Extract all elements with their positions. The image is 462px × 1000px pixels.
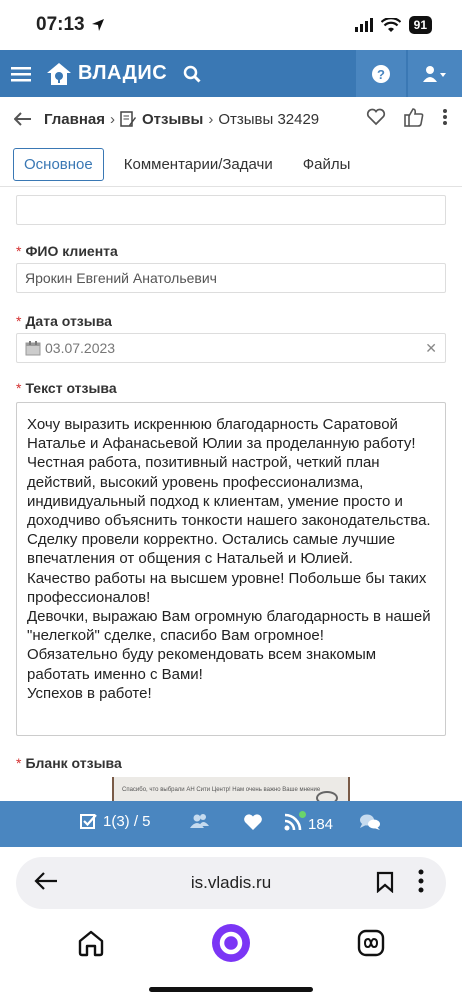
breadcrumb-separator: › <box>208 110 214 128</box>
brand-logo[interactable]: ВЛАДИС <box>46 62 167 86</box>
menu-button[interactable] <box>0 50 42 97</box>
client-label-text: ФИО клиента <box>25 243 118 259</box>
browser-nav-row <box>0 921 462 965</box>
browser-more-icon[interactable] <box>418 869 424 893</box>
house-logo-icon <box>47 62 71 85</box>
user-menu-button[interactable] <box>408 50 462 97</box>
tabs-switcher-icon[interactable] <box>357 929 385 957</box>
participants-button[interactable] <box>190 813 210 829</box>
date-value: 03.07.2023 <box>45 340 116 356</box>
cellular-signal-icon <box>354 18 373 32</box>
alice-assistant-icon[interactable] <box>211 923 251 963</box>
help-icon: ? <box>372 64 390 83</box>
search-icon <box>183 65 201 83</box>
rss-count: 184 <box>308 815 334 833</box>
empty-field[interactable] <box>16 195 446 225</box>
subscriptions-button[interactable]: 184 <box>284 811 334 835</box>
bottom-toolbar: 1(3) / 5 184 <box>0 801 462 847</box>
breadcrumb-current: Отзывы 32429 <box>218 110 320 128</box>
app-header: ВЛАДИС ? <box>0 50 462 97</box>
required-asterisk: * <box>16 755 22 771</box>
breadcrumb-home[interactable]: Главная <box>44 111 105 128</box>
favorite-heart-icon[interactable] <box>366 108 386 126</box>
time-text: 07:13 <box>36 14 85 35</box>
wifi-icon <box>380 17 401 32</box>
review-form-image-text: Спасибо, что выбрали АН Сити Центр! Нам … <box>122 787 321 793</box>
calendar-icon[interactable] <box>25 340 41 356</box>
bookmark-icon[interactable] <box>376 871 394 893</box>
favorite-button[interactable] <box>243 813 263 831</box>
date-label-text: Дата отзыва <box>25 313 112 329</box>
clear-date-icon[interactable]: ✕ <box>425 340 437 357</box>
tab-comments-tasks[interactable]: Комментарии/Задачи <box>114 149 283 180</box>
status-bar: 07:13 91 <box>0 0 462 50</box>
date-field[interactable]: 03.07.2023 ✕ <box>16 333 446 363</box>
rss-icon-wrap <box>284 811 306 835</box>
tab-bar: Основное Комментарии/Задачи Файлы <box>0 143 462 187</box>
review-text-area[interactable]: Хочу выразить искреннюю благодарность Са… <box>16 402 446 736</box>
required-asterisk: * <box>16 380 22 396</box>
date-label: * Дата отзыва <box>16 313 112 329</box>
help-button[interactable]: ? <box>356 50 406 97</box>
status-time: 07:13 <box>36 14 105 36</box>
required-asterisk: * <box>16 243 22 259</box>
home-indicator <box>149 987 313 992</box>
back-arrow-icon[interactable] <box>14 112 32 126</box>
tab-main[interactable]: Основное <box>13 148 104 181</box>
more-vertical-icon[interactable] <box>442 108 448 126</box>
breadcrumb: Главная › Отзывы › Отзывы 32429 <box>0 97 462 141</box>
blank-label: * Бланк отзыва <box>16 755 122 771</box>
url-text: is.vladis.ru <box>190 873 272 892</box>
brand-name: ВЛАДИС <box>78 62 168 84</box>
browser-chrome: is.vladis.ru <box>0 847 462 1000</box>
text-label-text: Текст отзыва <box>25 380 117 396</box>
chat-button[interactable] <box>359 813 381 831</box>
edit-document-icon <box>120 110 137 127</box>
review-form-image[interactable]: Спасибо, что выбрали АН Сити Центр! Нам … <box>112 777 350 802</box>
client-label: * ФИО клиента <box>16 243 118 259</box>
url-bar[interactable]: is.vladis.ru <box>16 857 446 909</box>
tasks-counter[interactable]: 1(3) / 5 <box>80 813 151 830</box>
users-icon <box>190 814 209 828</box>
user-icon <box>423 65 446 82</box>
breadcrumb-separator: › <box>110 110 116 128</box>
checkbox-icon <box>80 814 97 829</box>
breadcrumb-section[interactable]: Отзывы <box>142 111 203 128</box>
search-button[interactable] <box>179 61 205 87</box>
location-arrow-icon <box>91 19 104 31</box>
tasks-counter-text: 1(3) / 5 <box>103 813 151 830</box>
heart-icon <box>244 814 262 830</box>
review-form: * ФИО клиента Ярокин Евгений Анатольевич … <box>0 187 462 802</box>
online-dot <box>299 811 306 818</box>
tab-files[interactable]: Файлы <box>293 149 361 180</box>
svg-text:?: ? <box>377 67 385 82</box>
hamburger-icon <box>11 66 31 81</box>
browser-back-icon[interactable] <box>34 871 58 891</box>
client-name-field[interactable]: Ярокин Евгений Анатольевич <box>16 263 446 293</box>
blank-label-text: Бланк отзыва <box>25 755 122 771</box>
like-thumb-icon[interactable] <box>404 107 424 127</box>
required-asterisk: * <box>16 313 22 329</box>
battery-indicator: 91 <box>408 16 432 34</box>
home-icon[interactable] <box>77 929 105 957</box>
text-label: * Текст отзыва <box>16 380 117 396</box>
chat-icon <box>360 814 380 830</box>
